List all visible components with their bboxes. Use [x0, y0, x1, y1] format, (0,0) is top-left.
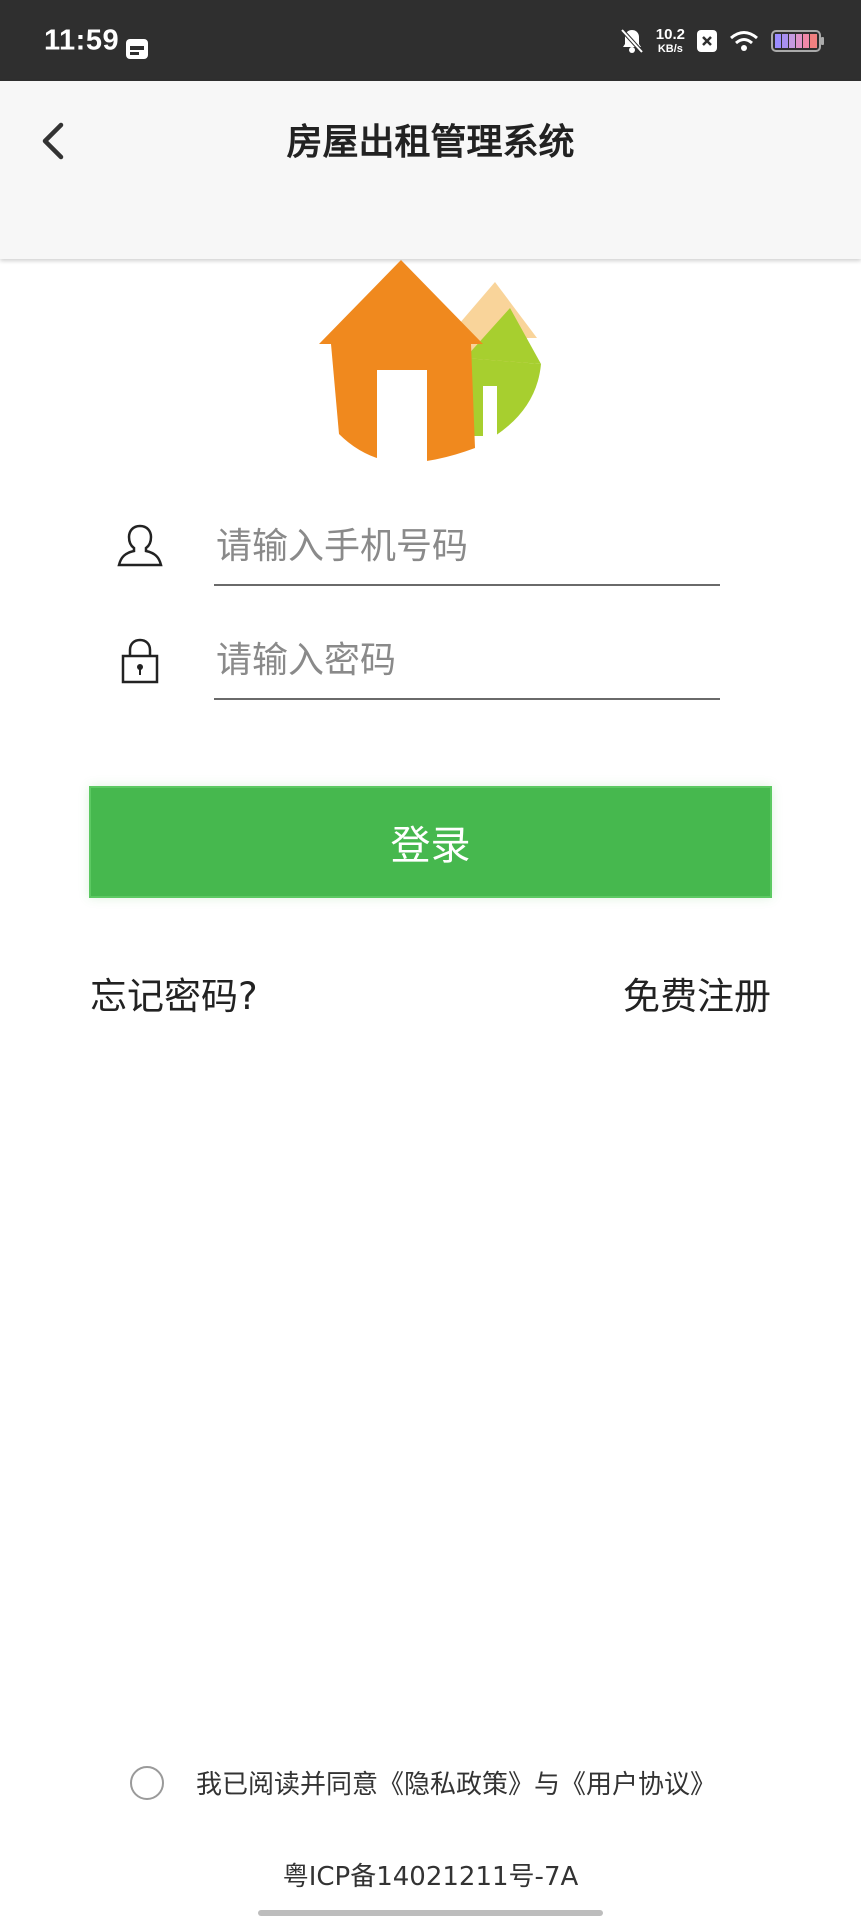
password-input[interactable]: [214, 622, 720, 700]
user-icon: [112, 518, 168, 574]
status-bar: 11:59 10.2 KB/s: [0, 0, 861, 81]
app-header: 房屋出租管理系统: [0, 81, 861, 259]
net-speed-unit: KB/s: [657, 42, 683, 55]
phone-input[interactable]: [214, 508, 720, 586]
password-field-row: [112, 622, 722, 702]
close-box-icon: [697, 29, 717, 52]
lock-icon: [112, 632, 168, 688]
calendar-icon: [125, 37, 149, 65]
wifi-icon: [729, 30, 759, 52]
mute-bell-icon: [620, 28, 644, 54]
agreement-checkbox[interactable]: [130, 1765, 164, 1800]
status-time: 11:59: [44, 24, 120, 56]
login-button[interactable]: 登录: [89, 786, 772, 898]
net-speed: 10.2 KB/s: [656, 27, 685, 55]
phone-field-row: [112, 508, 722, 588]
login-page: 11:59 10.2 KB/s 房屋出租管理系统 请输入手机号码 登录 忘记密码…: [0, 0, 861, 1920]
icp-record: 粤ICP备14021211号-7A: [282, 1862, 579, 1892]
net-speed-value: 10.2: [655, 25, 685, 43]
agreement-text[interactable]: 我已阅读并同意《隐私政策》与《用户协议》: [196, 1764, 716, 1801]
register-link[interactable]: 免费注册: [623, 966, 771, 1020]
page-title: 房屋出租管理系统: [286, 122, 575, 163]
app-logo: [315, 258, 545, 472]
home-indicator[interactable]: [258, 1910, 603, 1916]
agreement-row: 我已阅读并同意《隐私政策》与《用户协议》: [130, 1764, 716, 1801]
forgot-password-link[interactable]: 忘记密码?: [90, 966, 258, 1020]
battery-icon: [771, 29, 825, 52]
